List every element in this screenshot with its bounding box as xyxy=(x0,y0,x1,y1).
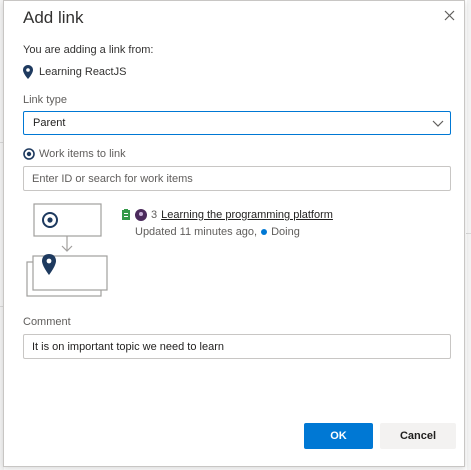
close-button[interactable] xyxy=(440,6,460,26)
background-right xyxy=(467,0,471,470)
linked-item-id: 3 xyxy=(151,209,158,221)
work-item-type-icon xyxy=(122,209,130,220)
map-pin-icon xyxy=(23,65,33,79)
link-type-label: Link type xyxy=(23,94,68,106)
linked-item-title-link[interactable]: Learning the programming platform xyxy=(161,209,333,221)
ok-button[interactable]: OK xyxy=(304,423,373,449)
dialog-subtitle: You are adding a link from: xyxy=(23,44,154,56)
work-item-search-input[interactable] xyxy=(23,166,451,191)
comment-field[interactable] xyxy=(23,334,451,359)
linked-item-state: Doing xyxy=(271,226,300,238)
dialog-title: Add link xyxy=(23,8,84,27)
link-diagram xyxy=(26,203,108,297)
linked-item-updated: Updated 11 minutes ago, xyxy=(135,226,258,238)
state-dot-icon xyxy=(261,229,268,235)
close-icon xyxy=(444,10,455,21)
chevron-down-icon xyxy=(432,120,444,127)
link-type-value: Parent xyxy=(33,117,66,129)
avatar-icon xyxy=(135,209,147,221)
link-type-dropdown[interactable]: Parent xyxy=(23,111,451,135)
source-work-item: Learning ReactJS xyxy=(23,63,126,81)
add-link-dialog: Add link You are adding a link from: Lea… xyxy=(3,0,465,467)
work-items-radio[interactable]: Work items to link xyxy=(23,146,126,162)
linked-item-meta: Updated 11 minutes ago, Doing xyxy=(135,225,300,239)
background-divider xyxy=(466,233,471,234)
linked-work-item: 3 Learning the programming platform xyxy=(121,207,333,223)
cancel-button[interactable]: Cancel xyxy=(380,423,456,449)
source-item-title: Learning ReactJS xyxy=(39,66,127,78)
work-items-label: Work items to link xyxy=(39,148,126,160)
radio-selected-icon xyxy=(23,148,35,160)
comment-label: Comment xyxy=(23,316,71,328)
